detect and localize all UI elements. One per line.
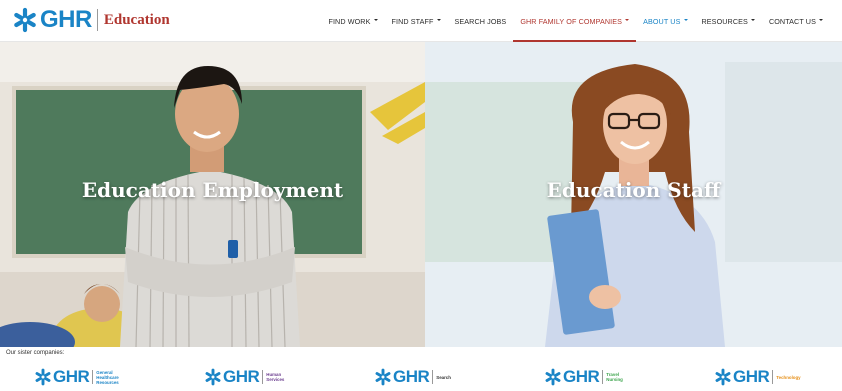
nav-resources[interactable]: RESOURCES [695,0,762,42]
sister-logo-human-services[interactable]: GHR Human Services [204,366,296,388]
sister-company-name: Technology [776,374,801,380]
caret-down-icon [750,19,755,21]
nav-label: FIND WORK [328,16,371,26]
sister-logo-search[interactable]: GHR Search [374,366,466,388]
snowflake-star-icon [14,7,36,33]
snowflake-star-icon [35,368,51,386]
sister-logo-healthcare-resources[interactable]: GHR General Healthcare Resources [34,366,126,388]
sister-logo-text: GHR [393,367,430,386]
education-staff-title: Education Staff [546,178,721,202]
nav-family-of-companies[interactable]: GHR FAMILY OF COMPANIES [513,0,636,42]
main-nav: FIND WORK FIND STAFF SEARCH JOBS GHR FAM… [321,0,830,42]
nav-label: SEARCH JOBS [454,16,507,26]
sister-company-name: General Healthcare Resources [96,369,119,385]
sister-logo-technology[interactable]: GHR Technology [714,366,806,388]
site-logo[interactable]: GHR Education [12,6,170,34]
sister-logo-text: GHR [733,367,770,386]
nav-search-jobs[interactable]: SEARCH JOBS [448,0,514,42]
sister-companies-bar: Our sister companies: GHR General Health… [0,347,842,391]
nav-label: GHR FAMILY OF COMPANIES [520,16,623,26]
nav-find-work[interactable]: FIND WORK [321,0,384,42]
sister-logo-divider [432,370,434,384]
caret-down-icon [819,19,823,21]
sister-logo-divider [262,370,264,384]
sister-company-name: Human Services [266,372,285,382]
sister-logo-divider [92,370,94,384]
nav-label: RESOURCES [701,16,748,26]
nav-label: FIND STAFF [391,16,434,26]
education-employment-title: Education Employment [81,178,344,202]
nav-find-staff[interactable]: FIND STAFF [385,0,448,42]
caret-down-icon [625,19,630,21]
snowflake-star-icon [205,368,221,386]
sister-companies-label: Our sister companies: [6,350,65,356]
sister-logo-text: GHR [223,367,260,386]
nav-contact-us[interactable]: CONTACT US [762,0,830,42]
snowflake-star-icon [545,368,561,386]
education-employment-panel[interactable]: Education Employment [0,42,425,347]
snowflake-star-icon [715,368,731,386]
logo-text: GHR [40,6,92,33]
nav-label: CONTACT US [768,16,816,26]
sister-company-name: Search [436,374,451,380]
logo-division: Education [103,11,170,28]
nav-label: ABOUT US [643,16,681,26]
caret-down-icon [373,19,378,21]
sister-logo-text: GHR [53,367,90,386]
snowflake-star-icon [375,368,391,386]
caret-down-icon [683,19,688,21]
education-staff-panel[interactable]: Education Staff [425,42,842,347]
sister-logo-text: GHR [563,367,600,386]
sister-logo-divider [772,370,774,384]
caret-down-icon [436,19,441,21]
site-header: GHR Education FIND WORK FIND STAFF SEARC… [0,0,842,42]
nav-about-us[interactable]: ABOUT US [636,0,694,42]
logo-divider [96,9,98,31]
sister-company-name: Travel Nursing [606,372,623,382]
sister-logo-divider [602,370,604,384]
sister-logo-travel-nursing[interactable]: GHR Travel Nursing [544,366,636,388]
